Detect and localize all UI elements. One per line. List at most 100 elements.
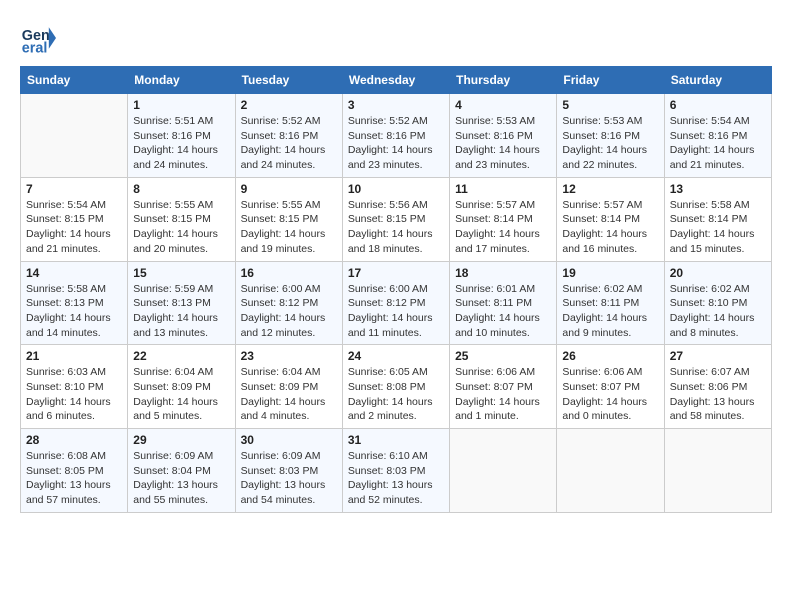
calendar-cell: 9 Sunrise: 5:55 AM Sunset: 8:15 PM Daylig… — [235, 177, 342, 261]
weekday-header-tuesday: Tuesday — [235, 67, 342, 94]
calendar-cell: 13 Sunrise: 5:58 AM Sunset: 8:14 PM Dayli… — [664, 177, 771, 261]
day-info: Sunrise: 6:02 AM Sunset: 8:11 PM Dayligh… — [562, 282, 658, 341]
day-info: Sunrise: 6:05 AM Sunset: 8:08 PM Dayligh… — [348, 365, 444, 424]
calendar-cell: 7 Sunrise: 5:54 AM Sunset: 8:15 PM Daylig… — [21, 177, 128, 261]
day-info: Sunrise: 5:55 AM Sunset: 8:15 PM Dayligh… — [133, 198, 229, 257]
day-info: Sunrise: 6:03 AM Sunset: 8:10 PM Dayligh… — [26, 365, 122, 424]
day-info: Sunrise: 6:04 AM Sunset: 8:09 PM Dayligh… — [133, 365, 229, 424]
day-info: Sunrise: 5:54 AM Sunset: 8:16 PM Dayligh… — [670, 114, 766, 173]
calendar-cell: 2 Sunrise: 5:52 AM Sunset: 8:16 PM Daylig… — [235, 94, 342, 178]
calendar-cell: 12 Sunrise: 5:57 AM Sunset: 8:14 PM Dayli… — [557, 177, 664, 261]
day-number: 14 — [26, 266, 122, 280]
day-info: Sunrise: 6:07 AM Sunset: 8:06 PM Dayligh… — [670, 365, 766, 424]
calendar-cell: 22Sunrise: 6:04 AM Sunset: 8:09 PM Dayli… — [128, 345, 235, 429]
day-number: 2 — [241, 98, 337, 112]
day-number: 7 — [26, 182, 122, 196]
calendar-cell: 25Sunrise: 6:06 AM Sunset: 8:07 PM Dayli… — [450, 345, 557, 429]
day-number: 20 — [670, 266, 766, 280]
day-info: Sunrise: 5:55 AM Sunset: 8:15 PM Dayligh… — [241, 198, 337, 257]
day-info: Sunrise: 6:08 AM Sunset: 8:05 PM Dayligh… — [26, 449, 122, 508]
calendar-cell: 14Sunrise: 5:58 AM Sunset: 8:13 PM Dayli… — [21, 261, 128, 345]
calendar-cell — [21, 94, 128, 178]
calendar-cell: 17 Sunrise: 6:00 AM Sunset: 8:12 PM Dayli… — [342, 261, 449, 345]
day-number: 24 — [348, 349, 444, 363]
calendar-cell — [557, 429, 664, 513]
calendar-cell: 24 Sunrise: 6:05 AM Sunset: 8:08 PM Dayli… — [342, 345, 449, 429]
day-info: Sunrise: 6:10 AM Sunset: 8:03 PM Dayligh… — [348, 449, 444, 508]
day-number: 29 — [133, 433, 229, 447]
calendar-cell — [450, 429, 557, 513]
day-number: 8 — [133, 182, 229, 196]
calendar-week-row: 7 Sunrise: 5:54 AM Sunset: 8:15 PM Daylig… — [21, 177, 772, 261]
calendar-week-row: 21 Sunrise: 6:03 AM Sunset: 8:10 PM Dayli… — [21, 345, 772, 429]
day-number: 9 — [241, 182, 337, 196]
logo: Gen eral — [20, 20, 62, 56]
calendar-cell: 31 Sunrise: 6:10 AM Sunset: 8:03 PM Dayli… — [342, 429, 449, 513]
day-number: 11 — [455, 182, 551, 196]
day-number: 17 — [348, 266, 444, 280]
day-info: Sunrise: 6:01 AM Sunset: 8:11 PM Dayligh… — [455, 282, 551, 341]
calendar-cell — [664, 429, 771, 513]
calendar-cell: 20 Sunrise: 6:02 AM Sunset: 8:10 PM Dayli… — [664, 261, 771, 345]
day-number: 18 — [455, 266, 551, 280]
day-info: Sunrise: 5:58 AM Sunset: 8:14 PM Dayligh… — [670, 198, 766, 257]
logo-icon: Gen eral — [20, 20, 56, 56]
day-info: Sunrise: 5:53 AM Sunset: 8:16 PM Dayligh… — [562, 114, 658, 173]
weekday-header-saturday: Saturday — [664, 67, 771, 94]
calendar-week-row: 28 Sunrise: 6:08 AM Sunset: 8:05 PM Dayli… — [21, 429, 772, 513]
day-number: 16 — [241, 266, 337, 280]
day-number: 15 — [133, 266, 229, 280]
calendar-cell: 23 Sunrise: 6:04 AM Sunset: 8:09 PM Dayli… — [235, 345, 342, 429]
day-info: Sunrise: 5:53 AM Sunset: 8:16 PM Dayligh… — [455, 114, 551, 173]
day-number: 12 — [562, 182, 658, 196]
day-info: Sunrise: 5:51 AM Sunset: 8:16 PM Dayligh… — [133, 114, 229, 173]
day-info: Sunrise: 5:54 AM Sunset: 8:15 PM Dayligh… — [26, 198, 122, 257]
calendar-cell: 29 Sunrise: 6:09 AM Sunset: 8:04 PM Dayli… — [128, 429, 235, 513]
day-number: 27 — [670, 349, 766, 363]
calendar-cell: 15Sunrise: 5:59 AM Sunset: 8:13 PM Dayli… — [128, 261, 235, 345]
day-info: Sunrise: 5:52 AM Sunset: 8:16 PM Dayligh… — [241, 114, 337, 173]
day-number: 13 — [670, 182, 766, 196]
calendar-header: SundayMondayTuesdayWednesdayThursdayFrid… — [21, 67, 772, 94]
calendar-week-row: 14Sunrise: 5:58 AM Sunset: 8:13 PM Dayli… — [21, 261, 772, 345]
day-info: Sunrise: 6:09 AM Sunset: 8:04 PM Dayligh… — [133, 449, 229, 508]
day-info: Sunrise: 6:09 AM Sunset: 8:03 PM Dayligh… — [241, 449, 337, 508]
calendar-cell: 30 Sunrise: 6:09 AM Sunset: 8:03 PM Dayli… — [235, 429, 342, 513]
calendar-body: 1 Sunrise: 5:51 AM Sunset: 8:16 PM Daylig… — [21, 94, 772, 513]
day-info: Sunrise: 6:06 AM Sunset: 8:07 PM Dayligh… — [455, 365, 551, 424]
day-number: 30 — [241, 433, 337, 447]
day-info: Sunrise: 5:57 AM Sunset: 8:14 PM Dayligh… — [562, 198, 658, 257]
day-number: 23 — [241, 349, 337, 363]
day-number: 21 — [26, 349, 122, 363]
calendar-week-row: 1 Sunrise: 5:51 AM Sunset: 8:16 PM Daylig… — [21, 94, 772, 178]
day-info: Sunrise: 6:00 AM Sunset: 8:12 PM Dayligh… — [348, 282, 444, 341]
calendar-cell: 4 Sunrise: 5:53 AM Sunset: 8:16 PM Daylig… — [450, 94, 557, 178]
weekday-header-monday: Monday — [128, 67, 235, 94]
weekday-header-thursday: Thursday — [450, 67, 557, 94]
day-info: Sunrise: 6:04 AM Sunset: 8:09 PM Dayligh… — [241, 365, 337, 424]
day-number: 1 — [133, 98, 229, 112]
day-info: Sunrise: 5:56 AM Sunset: 8:15 PM Dayligh… — [348, 198, 444, 257]
calendar-cell: 11 Sunrise: 5:57 AM Sunset: 8:14 PM Dayli… — [450, 177, 557, 261]
day-number: 4 — [455, 98, 551, 112]
calendar-table: SundayMondayTuesdayWednesdayThursdayFrid… — [20, 66, 772, 513]
calendar-cell: 19Sunrise: 6:02 AM Sunset: 8:11 PM Dayli… — [557, 261, 664, 345]
day-number: 10 — [348, 182, 444, 196]
day-number: 31 — [348, 433, 444, 447]
day-info: Sunrise: 5:57 AM Sunset: 8:14 PM Dayligh… — [455, 198, 551, 257]
weekday-header-wednesday: Wednesday — [342, 67, 449, 94]
calendar-cell: 16Sunrise: 6:00 AM Sunset: 8:12 PM Dayli… — [235, 261, 342, 345]
day-number: 5 — [562, 98, 658, 112]
day-number: 28 — [26, 433, 122, 447]
weekday-header-sunday: Sunday — [21, 67, 128, 94]
calendar-cell: 28 Sunrise: 6:08 AM Sunset: 8:05 PM Dayli… — [21, 429, 128, 513]
weekday-header-friday: Friday — [557, 67, 664, 94]
day-info: Sunrise: 6:06 AM Sunset: 8:07 PM Dayligh… — [562, 365, 658, 424]
svg-text:eral: eral — [22, 40, 48, 56]
calendar-cell: 5 Sunrise: 5:53 AM Sunset: 8:16 PM Daylig… — [557, 94, 664, 178]
calendar-cell: 26Sunrise: 6:06 AM Sunset: 8:07 PM Dayli… — [557, 345, 664, 429]
day-info: Sunrise: 6:02 AM Sunset: 8:10 PM Dayligh… — [670, 282, 766, 341]
day-number: 3 — [348, 98, 444, 112]
calendar-cell: 3Sunrise: 5:52 AM Sunset: 8:16 PM Daylig… — [342, 94, 449, 178]
day-number: 6 — [670, 98, 766, 112]
